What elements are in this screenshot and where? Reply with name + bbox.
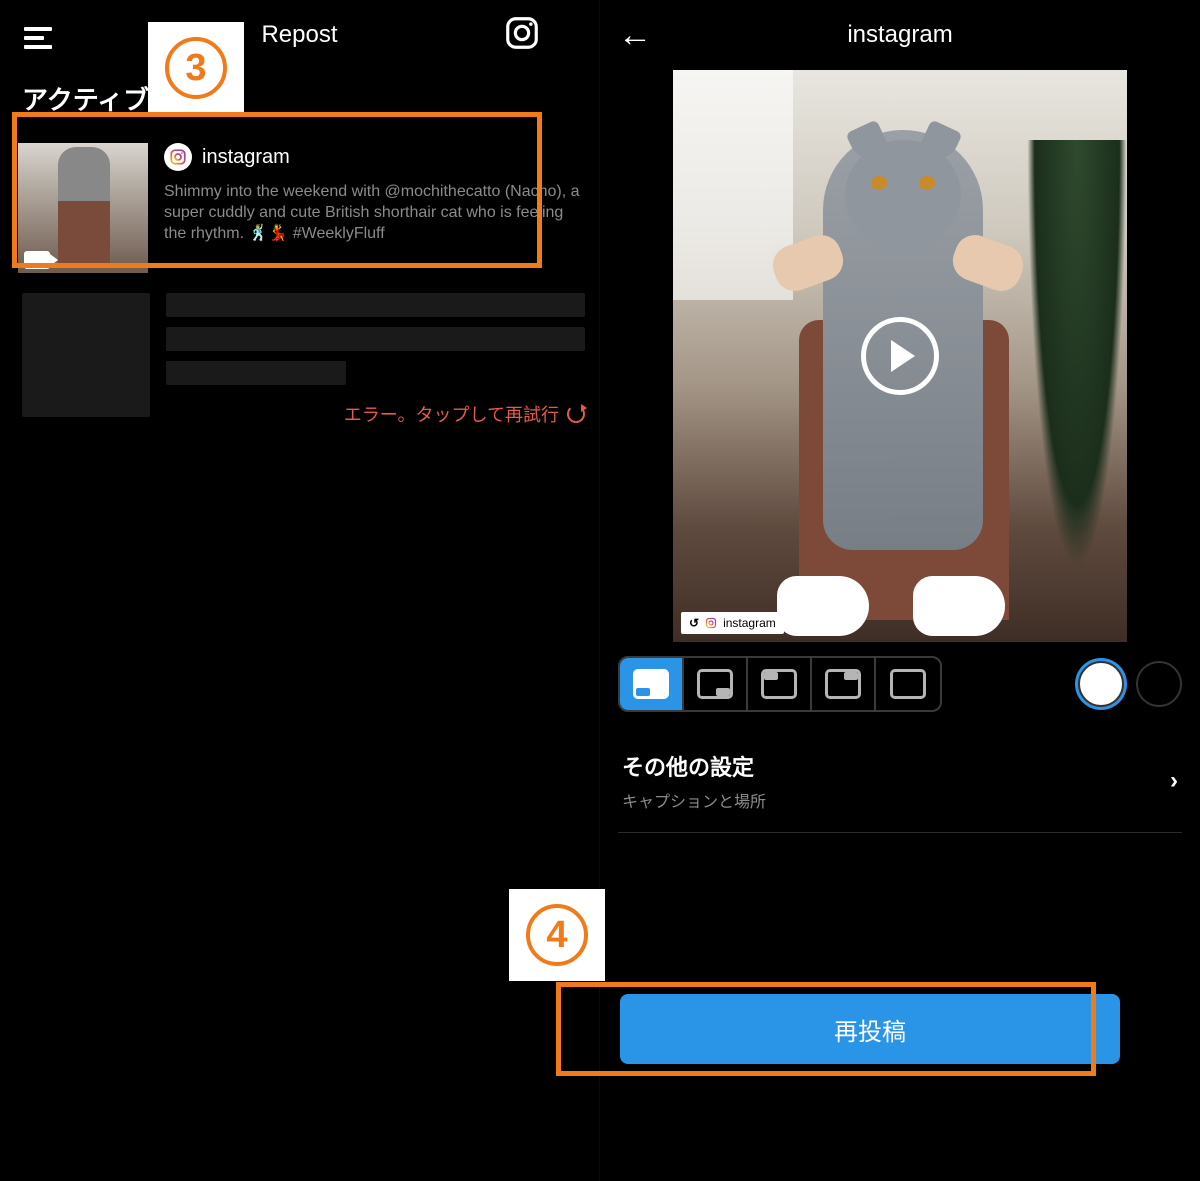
settings-title: その他の設定	[622, 750, 766, 782]
back-arrow-icon[interactable]: ←	[618, 18, 652, 52]
settings-subtitle: キャプションと場所	[622, 788, 766, 812]
color-swatch-black[interactable]	[1136, 661, 1182, 707]
post-author-name: instagram	[202, 146, 290, 169]
color-swatch-white[interactable]	[1078, 661, 1124, 707]
post-item[interactable]: instagram Shimmy into the weekend with @…	[0, 133, 599, 279]
post-item-loading[interactable]: エラー。タップして再試行	[0, 279, 599, 433]
repost-button-label: 再投稿	[834, 1012, 906, 1047]
repost-tag-text: instagram	[723, 616, 776, 630]
repost-button[interactable]: 再投稿	[620, 994, 1120, 1064]
position-bottom-right[interactable]	[684, 658, 748, 710]
repost-glyph-icon: ↺	[689, 616, 699, 630]
instagram-icon[interactable]	[503, 14, 541, 52]
position-bottom-left[interactable]	[620, 658, 684, 710]
instagram-mini-icon	[705, 617, 717, 629]
error-retry[interactable]: エラー。タップして再試行	[166, 401, 585, 427]
position-top-right[interactable]	[812, 658, 876, 710]
step-badge-3: 3	[148, 22, 244, 114]
position-top-left[interactable]	[748, 658, 812, 710]
post-caption: Shimmy into the weekend with @mochitheca…	[164, 181, 585, 244]
instagram-avatar-icon	[164, 143, 192, 171]
play-icon[interactable]	[861, 317, 939, 395]
menu-icon[interactable]	[24, 22, 52, 54]
video-icon	[24, 251, 50, 269]
step-badge-4: 4	[509, 889, 605, 981]
post-thumbnail	[18, 143, 148, 273]
detail-title: instagram	[847, 21, 952, 49]
watermark-position-group	[618, 656, 942, 712]
step-number-4: 4	[546, 914, 567, 957]
error-text: エラー。タップして再試行	[344, 401, 559, 427]
app-title: Repost	[261, 21, 337, 49]
retry-icon	[567, 405, 585, 423]
step-number-3: 3	[185, 47, 206, 90]
position-none[interactable]	[876, 658, 940, 710]
section-active-label: アクティブ	[0, 70, 599, 129]
media-preview[interactable]: ↺ instagram	[673, 70, 1127, 642]
chevron-right-icon: ›	[1170, 767, 1178, 795]
other-settings-row[interactable]: その他の設定 キャプションと場所 ›	[618, 736, 1182, 833]
repost-watermark: ↺ instagram	[681, 612, 784, 634]
skeleton-thumb	[22, 293, 150, 417]
